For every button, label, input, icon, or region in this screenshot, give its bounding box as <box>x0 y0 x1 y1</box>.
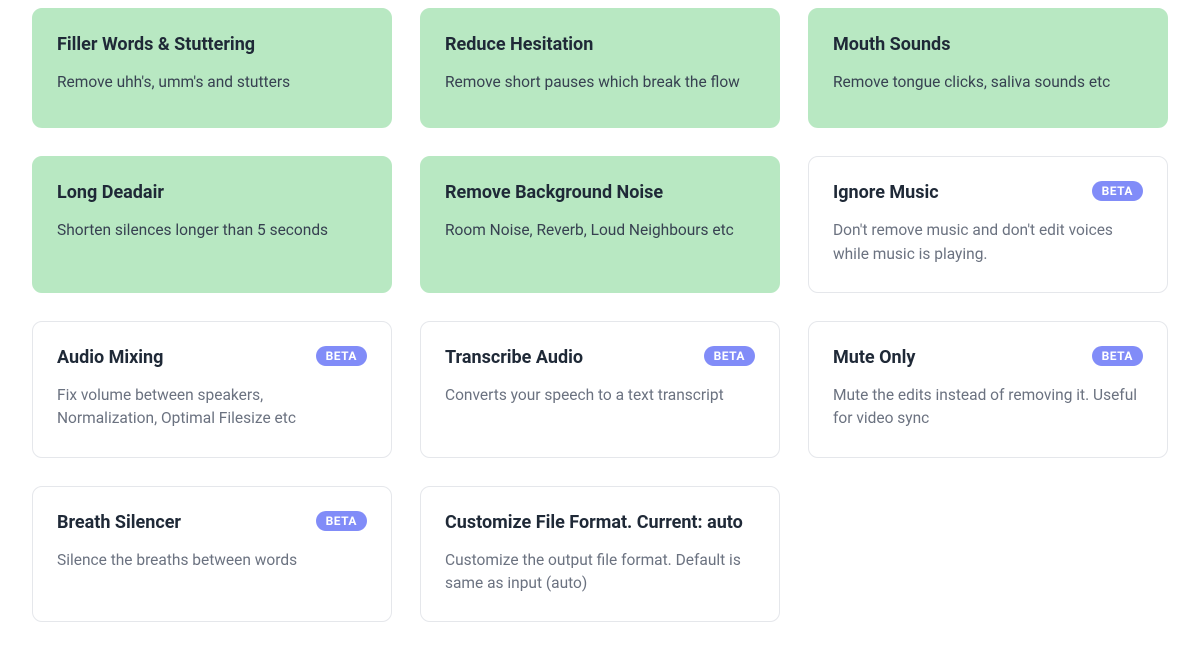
card-desc: Shorten silences longer than 5 seconds <box>57 219 367 242</box>
card-title: Audio Mixing <box>57 346 163 370</box>
card-desc: Remove tongue clicks, saliva sounds etc <box>833 71 1143 94</box>
card-filler-words[interactable]: Filler Words & Stuttering Remove uhh's, … <box>32 8 392 128</box>
card-title: Customize File Format. Current: auto <box>445 511 743 535</box>
card-title: Reduce Hesitation <box>445 33 593 57</box>
card-title: Filler Words & Stuttering <box>57 33 255 57</box>
card-desc: Don't remove music and don't edit voices… <box>833 219 1143 266</box>
card-desc: Customize the output file format. Defaul… <box>445 549 755 596</box>
card-ignore-music[interactable]: Ignore Music BETA Don't remove music and… <box>808 156 1168 293</box>
beta-badge: BETA <box>316 346 367 366</box>
beta-badge: BETA <box>316 511 367 531</box>
beta-badge: BETA <box>1092 346 1143 366</box>
card-title: Transcribe Audio <box>445 346 583 370</box>
card-desc: Converts your speech to a text transcrip… <box>445 384 755 407</box>
card-title: Mouth Sounds <box>833 33 950 57</box>
card-mouth-sounds[interactable]: Mouth Sounds Remove tongue clicks, saliv… <box>808 8 1168 128</box>
card-desc: Remove short pauses which break the flow <box>445 71 755 94</box>
beta-badge: BETA <box>1092 181 1143 201</box>
card-audio-mixing[interactable]: Audio Mixing BETA Fix volume between spe… <box>32 321 392 458</box>
card-title: Remove Background Noise <box>445 181 663 205</box>
card-remove-background-noise[interactable]: Remove Background Noise Room Noise, Reve… <box>420 156 780 293</box>
beta-badge: BETA <box>704 346 755 366</box>
card-title: Ignore Music <box>833 181 939 205</box>
card-desc: Silence the breaths between words <box>57 549 367 572</box>
options-grid: Filler Words & Stuttering Remove uhh's, … <box>0 0 1200 654</box>
card-long-deadair[interactable]: Long Deadair Shorten silences longer tha… <box>32 156 392 293</box>
card-transcribe-audio[interactable]: Transcribe Audio BETA Converts your spee… <box>420 321 780 458</box>
card-title: Breath Silencer <box>57 511 181 535</box>
card-title: Long Deadair <box>57 181 164 205</box>
card-desc: Room Noise, Reverb, Loud Neighbours etc <box>445 219 755 242</box>
card-desc: Mute the edits instead of removing it. U… <box>833 384 1143 431</box>
card-mute-only[interactable]: Mute Only BETA Mute the edits instead of… <box>808 321 1168 458</box>
card-breath-silencer[interactable]: Breath Silencer BETA Silence the breaths… <box>32 486 392 623</box>
card-desc: Fix volume between speakers, Normalizati… <box>57 384 367 431</box>
card-desc: Remove uhh's, umm's and stutters <box>57 71 367 94</box>
card-title: Mute Only <box>833 346 915 370</box>
card-reduce-hesitation[interactable]: Reduce Hesitation Remove short pauses wh… <box>420 8 780 128</box>
card-customize-file-format[interactable]: Customize File Format. Current: auto Cus… <box>420 486 780 623</box>
